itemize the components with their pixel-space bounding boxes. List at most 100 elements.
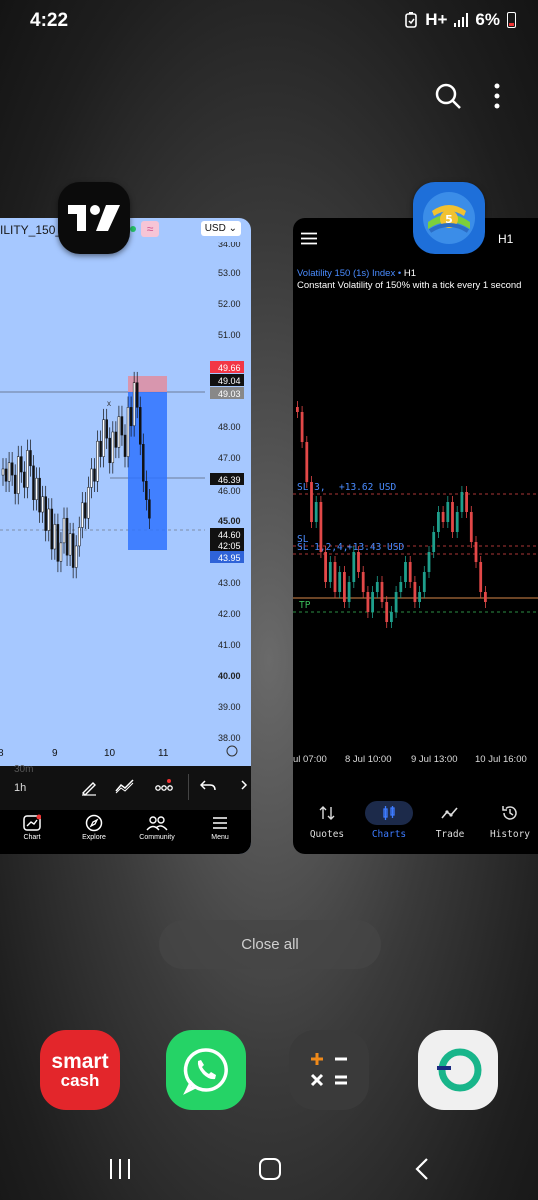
mt-timeframe[interactable]: H1 (498, 232, 513, 246)
charts-icon (383, 806, 395, 820)
smart-cash-app-icon[interactable]: smart cash (40, 1030, 120, 1110)
metatrader-app-card[interactable]: H1 Volatility 150 (1s) Index • H1 Consta… (293, 218, 538, 854)
mt-bottom-nav: Quotes Charts Trade History (293, 790, 538, 854)
tv-date-label: 10 (104, 748, 116, 759)
nav-chart[interactable]: Chart (2, 812, 62, 841)
tv-candle (120, 416, 124, 436)
tv-candle (50, 508, 54, 550)
nav-community[interactable]: Community (127, 812, 187, 841)
nav-charts[interactable]: Charts (359, 800, 419, 840)
tv-candle (126, 407, 130, 457)
mt-candle (333, 562, 337, 592)
tv-candle (78, 527, 81, 547)
mt-candle (375, 582, 379, 592)
recents-icon[interactable] (108, 1158, 132, 1180)
nav-trade[interactable]: Trade (420, 800, 480, 840)
nav-quotes[interactable]: Quotes (297, 800, 357, 840)
tv-candle (7, 462, 11, 482)
mt-candle (432, 532, 436, 552)
whatsapp-app-icon[interactable] (166, 1030, 246, 1110)
nav-menu[interactable]: Menu (190, 812, 250, 841)
status-time: 4:22 (30, 10, 69, 31)
mt-candle (343, 572, 346, 602)
timeframe-button[interactable]: 1h (14, 782, 26, 794)
tv-candle (47, 508, 50, 531)
mt-candle (441, 512, 445, 522)
whatsapp-logo-icon (183, 1048, 228, 1095)
tradingview-app-card[interactable]: ILITY_150_ ≈ USD ⌄ x 34.00 53.00 52.00 51.00… (0, 218, 251, 854)
nav-explore[interactable]: Explore (64, 812, 124, 841)
tv-price-chart[interactable]: x 34.00 53.00 52.00 51.00 49.66 49.04 49.03 48.0… (0, 242, 251, 766)
status-bar: 4:22 H+ 6% (0, 0, 538, 40)
tv-candle (71, 533, 75, 568)
tv-candle (20, 456, 23, 473)
tv-price-label: 48.00 (218, 422, 241, 432)
mt-candle (319, 502, 323, 552)
currency-selector[interactable]: USD ⌄ (200, 221, 241, 236)
tv-price-label: 51.00 (218, 330, 241, 340)
mt-candle (352, 552, 356, 582)
tv-candle (145, 481, 148, 500)
mt-time-label: 8 Jul 10:00 (345, 754, 391, 765)
mt-candle (474, 542, 478, 562)
tv-candle (1, 468, 5, 476)
mt-candle (413, 582, 417, 602)
tv-price-axis-bg (205, 242, 251, 766)
indicator-icon[interactable]: ≈ (141, 221, 159, 237)
more-options-icon[interactable] (486, 82, 508, 110)
nav-menu-label: Menu (211, 834, 229, 841)
mt-candle (422, 572, 426, 592)
mt-candle (324, 552, 327, 582)
menu-icon (213, 817, 227, 829)
tv-candle (117, 416, 121, 448)
indicators-icon[interactable] (115, 778, 135, 794)
tv-candle (135, 382, 139, 408)
alerts-icon[interactable] (154, 778, 174, 794)
quotes-icon (319, 806, 335, 820)
tv-candle (108, 437, 111, 464)
home-icon[interactable] (258, 1157, 282, 1181)
tv-candle (26, 450, 29, 488)
mt-price-chart[interactable]: SL 3, +13.62 USDSLSL 1,2,4,+13.43 USDTPul… (293, 292, 538, 770)
search-icon[interactable] (434, 82, 462, 110)
hamburger-menu-icon[interactable] (301, 232, 317, 245)
mt-sl3-label: SL 1,2,4, (297, 542, 348, 553)
tradingview-app-icon[interactable] (58, 182, 130, 254)
tv-candle (53, 524, 57, 550)
undo-icon[interactable] (200, 779, 216, 793)
tv-candle (38, 477, 41, 513)
tv-candle (114, 431, 118, 448)
mt-candle (361, 572, 365, 592)
currency-label: USD (204, 223, 226, 234)
nav-history[interactable]: History (480, 800, 538, 840)
close-all-button[interactable]: Close all (159, 920, 381, 969)
calculator-logo-icon (310, 1053, 347, 1087)
mt-candle (385, 602, 389, 622)
mt-candle (469, 512, 473, 542)
redo-icon[interactable] (234, 779, 248, 793)
mt-symbol-description: Constant Volatility of 150% with a tick … (297, 280, 522, 291)
app-icon-ring[interactable] (418, 1030, 498, 1110)
calculator-app-icon[interactable] (289, 1030, 369, 1110)
mt-candle (328, 562, 332, 582)
tv-price-label: 40.00 (218, 671, 241, 681)
mt-symbol-tf: H1 (403, 268, 416, 279)
mt-candle (446, 502, 450, 522)
mt-candle (314, 502, 318, 522)
metatrader5-app-icon[interactable]: 5 (413, 182, 485, 254)
ring-logo-icon (433, 1048, 482, 1092)
tv-symbol[interactable]: ILITY_150_ (0, 223, 62, 237)
battery-icon (507, 12, 516, 28)
tv-candle (148, 499, 151, 519)
mt-candle (310, 482, 313, 522)
system-nav-bar (0, 1140, 538, 1200)
nav-quotes-label: Quotes (309, 829, 345, 840)
tv-candle (87, 487, 90, 519)
toolbar-divider (188, 774, 189, 800)
metatrader-logo-icon: 5 (423, 192, 475, 244)
tv-candle (41, 496, 44, 513)
draw-pen-icon[interactable] (80, 778, 98, 796)
tv-price-label: 46.00 (218, 486, 241, 496)
back-icon[interactable] (414, 1157, 430, 1181)
mt-candle (390, 612, 393, 622)
